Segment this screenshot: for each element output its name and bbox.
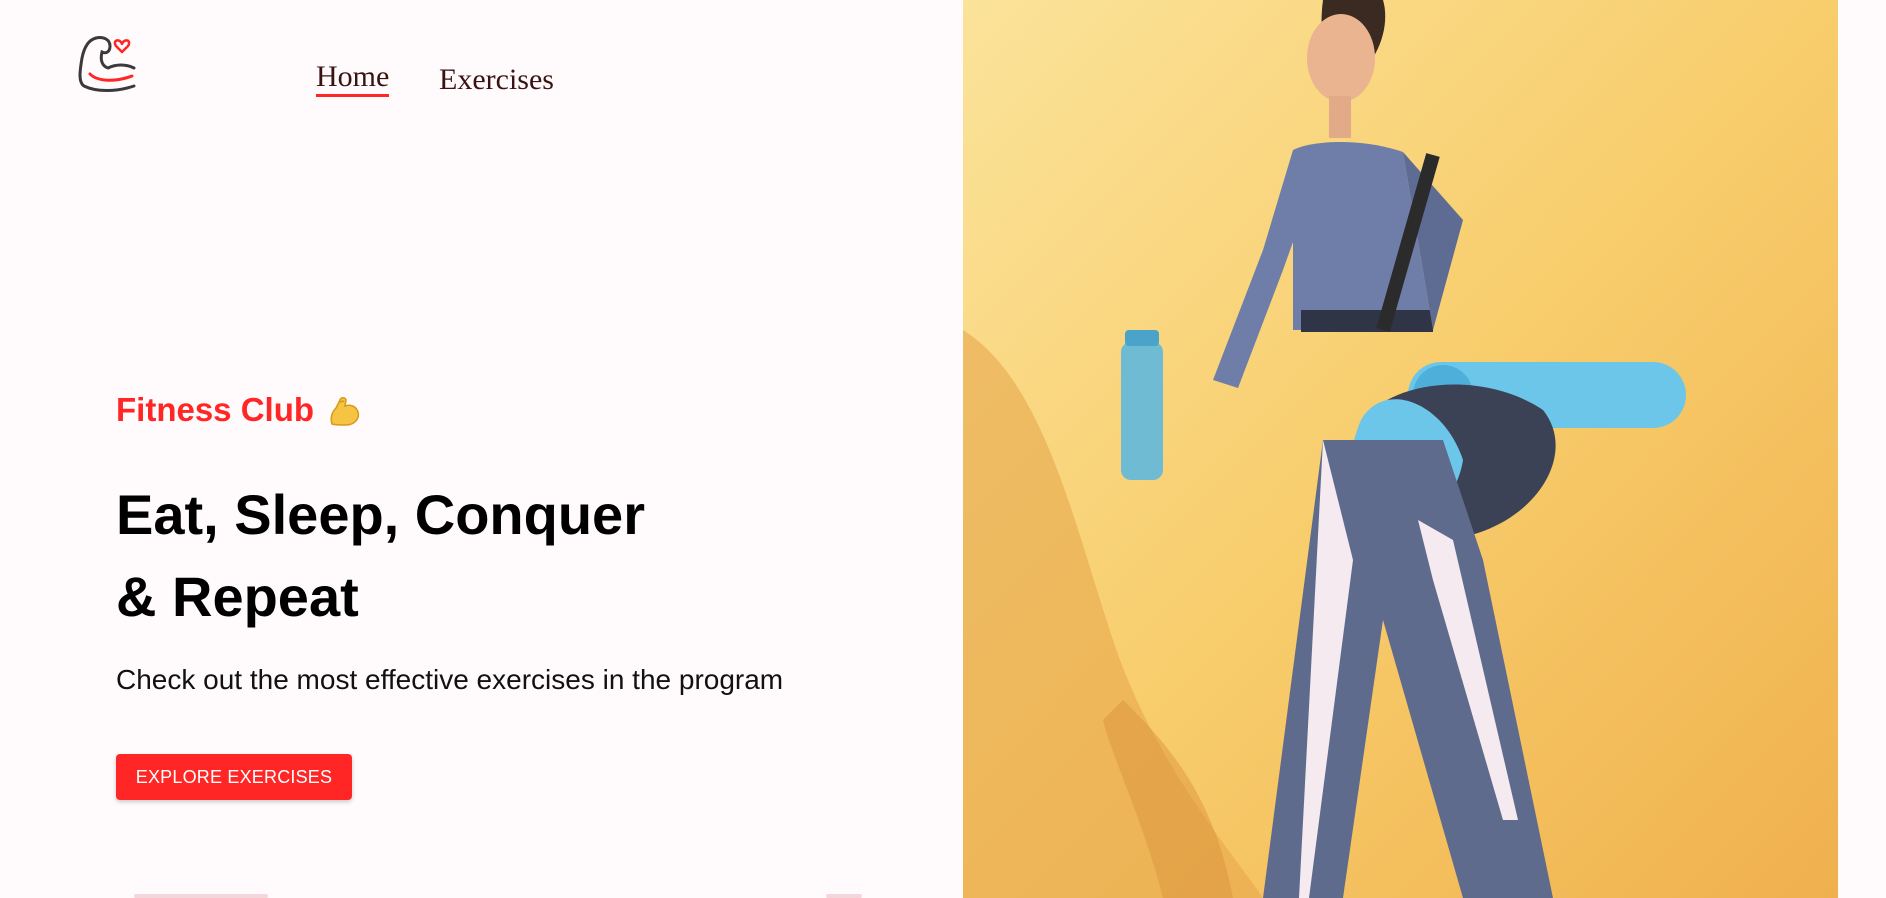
hero-headline-line1: Eat, Sleep, Conquer	[116, 483, 645, 546]
explore-exercises-button[interactable]: EXPLORE EXERCISES	[116, 754, 352, 800]
nav-link-exercises[interactable]: Exercises	[439, 63, 554, 97]
hero-photo-woman-with-gym-bag	[963, 0, 1838, 898]
hero-eyebrow-text: Fitness Club	[116, 391, 315, 428]
hero-eyebrow: Fitness Club	[116, 390, 362, 430]
scroll-hint-left	[134, 894, 268, 898]
hero-subtitle: Check out the most effective exercises i…	[116, 664, 784, 695]
nav-link-home[interactable]: Home	[316, 60, 390, 97]
flexing-arm-heart-icon[interactable]	[76, 30, 142, 96]
navbar: Home Exercises	[0, 0, 960, 120]
flexed-biceps-icon	[330, 397, 360, 426]
scroll-hint-right	[826, 894, 862, 898]
hero-headline-line2: & Repeat	[116, 565, 359, 628]
hero-headline: Eat, Sleep, Conquer & Repeat	[116, 474, 645, 638]
